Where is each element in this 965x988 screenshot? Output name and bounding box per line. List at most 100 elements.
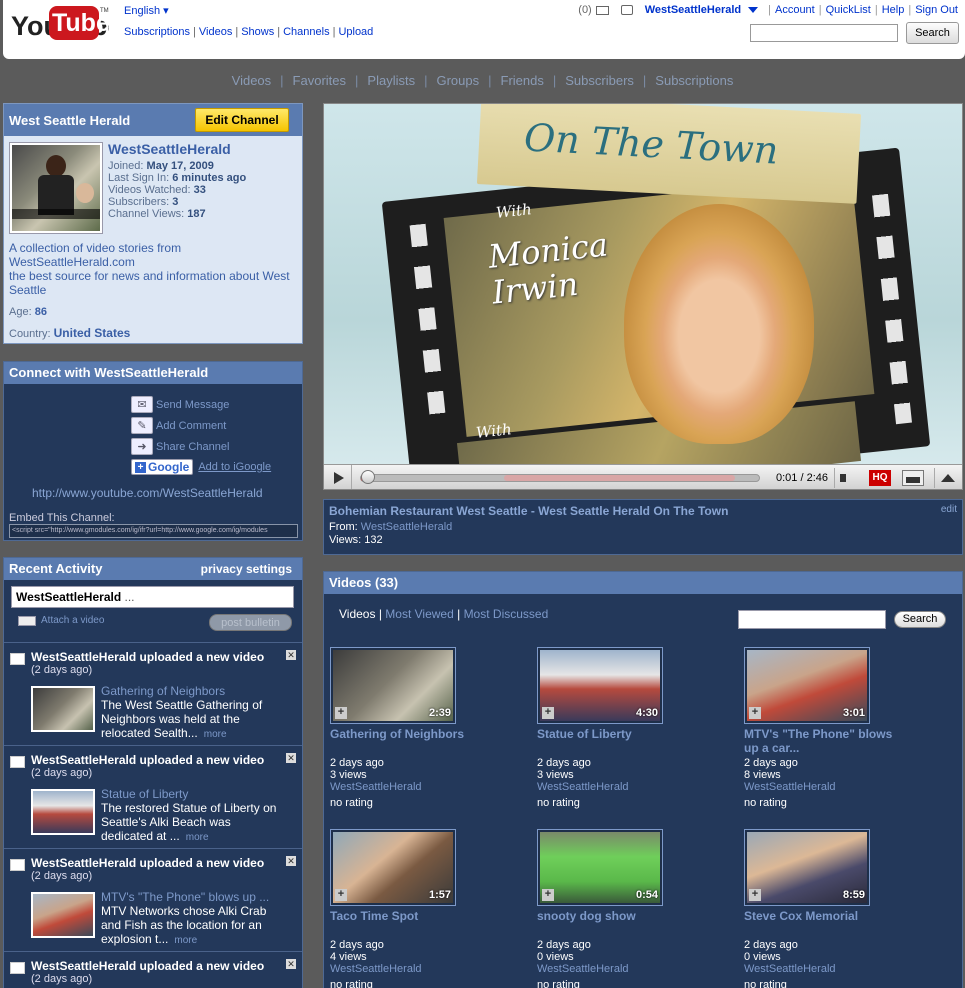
video-views-count: 3 views	[537, 769, 574, 781]
video-thumbnail[interactable]: +3:01	[744, 647, 870, 724]
more-link[interactable]: more	[168, 935, 197, 946]
video-title-link[interactable]: Gathering of Neighbors	[330, 727, 480, 741]
add-igoogle-link[interactable]: + Google Add to iGoogle	[131, 459, 271, 475]
close-icon[interactable]: ✕	[286, 753, 296, 763]
video-age: 2 days ago	[537, 757, 591, 769]
add-to-quicklist-icon[interactable]: +	[749, 707, 761, 719]
bulletin-input[interactable]: WestSeattleHerald ...	[11, 586, 294, 608]
header-search-input[interactable]	[750, 24, 898, 42]
tab-most-viewed[interactable]: Most Viewed	[385, 607, 453, 621]
embed-code-field[interactable]: <script src="http://www.gmodules.com/ig/…	[9, 524, 298, 538]
activity-thumbnail[interactable]	[31, 686, 95, 732]
video-views: Views: 132	[329, 534, 383, 546]
video-thumbnail[interactable]: +4:30	[537, 647, 663, 724]
channel-nav-playlists[interactable]: Playlists	[358, 73, 424, 88]
post-bulletin-button[interactable]: post bulletin	[209, 614, 292, 631]
activity-video-link[interactable]: Statue of Liberty	[101, 787, 188, 801]
activity-thumbnail[interactable]	[31, 789, 95, 835]
subscribers-value: 3	[172, 196, 179, 208]
tv-icon[interactable]	[620, 5, 633, 15]
channel-country: Country: United States	[9, 326, 130, 340]
attach-video-link[interactable]: Attach a video	[18, 615, 104, 626]
video-author-link[interactable]: WestSeattleHerald	[744, 781, 894, 793]
watched-value: 33	[193, 184, 206, 196]
upload-icon	[10, 859, 25, 871]
nav-subscriptions[interactable]: Subscriptions	[124, 26, 190, 38]
nav-upload[interactable]: Upload	[338, 26, 373, 38]
edit-channel-button[interactable]: Edit Channel	[195, 108, 289, 132]
wide-screen-icon[interactable]	[902, 470, 924, 486]
hq-button[interactable]: HQ	[869, 470, 891, 486]
video-player[interactable]: On The Town With Monica Irwin With 0:01 …	[323, 103, 963, 490]
video-author-link[interactable]: WestSeattleHerald	[330, 781, 480, 793]
share-channel-link[interactable]: ➜ Share Channel	[131, 438, 229, 455]
video-title-link[interactable]: Taco Time Spot	[330, 909, 480, 923]
video-author-link[interactable]: WestSeattleHerald	[744, 963, 894, 975]
progress-bar[interactable]	[360, 474, 760, 482]
channel-nav-videos[interactable]: Videos	[223, 73, 281, 88]
video-title-link[interactable]: snooty dog show	[537, 909, 687, 923]
video-thumbnail[interactable]: +2:39	[330, 647, 456, 724]
nav-shows[interactable]: Shows	[241, 26, 274, 38]
add-to-quicklist-icon[interactable]: +	[542, 889, 554, 901]
signout-link[interactable]: Sign Out	[915, 4, 958, 16]
mail-icon[interactable]	[595, 5, 609, 15]
close-icon[interactable]: ✕	[286, 650, 296, 660]
tab-videos[interactable]: Videos	[339, 607, 375, 621]
more-link[interactable]: more	[180, 832, 209, 843]
channel-nav-favorites[interactable]: Favorites	[284, 73, 355, 88]
account-link[interactable]: Account	[775, 4, 815, 16]
header-search-button[interactable]: Search	[906, 22, 959, 44]
help-link[interactable]: Help	[882, 4, 905, 16]
player-controls: 0:01 / 2:46 HQ	[324, 464, 962, 489]
channel-nav-subscriptions[interactable]: Subscriptions	[646, 73, 742, 88]
channel-name-link[interactable]: WestSeattleHerald	[108, 141, 231, 157]
play-button[interactable]	[324, 465, 352, 489]
video-title-link[interactable]: MTV's "The Phone" blows up a car...	[744, 727, 894, 755]
video-author-link[interactable]: WestSeattleHerald	[537, 781, 687, 793]
close-icon[interactable]: ✕	[286, 959, 296, 969]
video-frame[interactable]: On The Town With Monica Irwin With	[324, 104, 962, 464]
activity-thumbnail[interactable]	[31, 892, 95, 938]
more-link[interactable]: more	[198, 729, 227, 740]
fullscreen-icon[interactable]	[934, 468, 960, 488]
close-icon[interactable]: ✕	[286, 856, 296, 866]
video-edit-link[interactable]: edit	[941, 504, 957, 515]
video-title-link[interactable]: Statue of Liberty	[537, 727, 687, 741]
username-link[interactable]: WestSeattleHerald	[645, 4, 741, 16]
video-title-link[interactable]: Steve Cox Memorial	[744, 909, 894, 923]
activity-video-link[interactable]: MTV's "The Phone" blows up ...	[101, 890, 269, 904]
add-to-quicklist-icon[interactable]: +	[542, 707, 554, 719]
channel-avatar[interactable]	[9, 142, 103, 234]
channel-nav-friends[interactable]: Friends	[492, 73, 553, 88]
channel-nav-subscribers[interactable]: Subscribers	[556, 73, 643, 88]
add-comment-link[interactable]: ✎ Add Comment	[131, 417, 226, 434]
tab-most-discussed[interactable]: Most Discussed	[464, 607, 549, 621]
add-to-quicklist-icon[interactable]: +	[335, 889, 347, 901]
video-thumbnail[interactable]: +0:54	[537, 829, 663, 906]
activity-time: (2 days ago)	[31, 664, 93, 676]
video-author-link[interactable]: WestSeattleHerald	[330, 963, 480, 975]
video-thumbnail[interactable]: +1:57	[330, 829, 456, 906]
user-dropdown-icon[interactable]	[748, 7, 759, 13]
upload-icon	[10, 756, 25, 768]
videos-search-input[interactable]	[738, 610, 886, 629]
nav-channels[interactable]: Channels	[283, 26, 329, 38]
from-author-link[interactable]: WestSeattleHerald	[361, 521, 453, 533]
send-message-link[interactable]: ✉ Send Message	[131, 396, 229, 413]
top-nav: Subscriptions | Videos | Shows | Channels | Uplo…	[124, 26, 374, 38]
scrubber-handle[interactable]	[361, 470, 375, 484]
volume-icon[interactable]	[834, 468, 858, 488]
add-to-quicklist-icon[interactable]: +	[749, 889, 761, 901]
video-author-link[interactable]: WestSeattleHerald	[537, 963, 687, 975]
videos-search-button[interactable]: Search	[894, 611, 946, 628]
video-thumbnail[interactable]: +8:59	[744, 829, 870, 906]
nav-videos[interactable]: Videos	[199, 26, 232, 38]
add-to-quicklist-icon[interactable]: +	[335, 707, 347, 719]
language-select[interactable]: English ▾	[124, 4, 169, 17]
channel-nav-groups[interactable]: Groups	[427, 73, 488, 88]
channel-url[interactable]: http://www.youtube.com/WestSeattleHerald	[32, 486, 263, 500]
quicklist-link[interactable]: QuickList	[826, 4, 871, 16]
activity-video-link[interactable]: Gathering of Neighbors	[101, 684, 225, 698]
privacy-settings-link[interactable]: privacy settings	[201, 562, 292, 576]
